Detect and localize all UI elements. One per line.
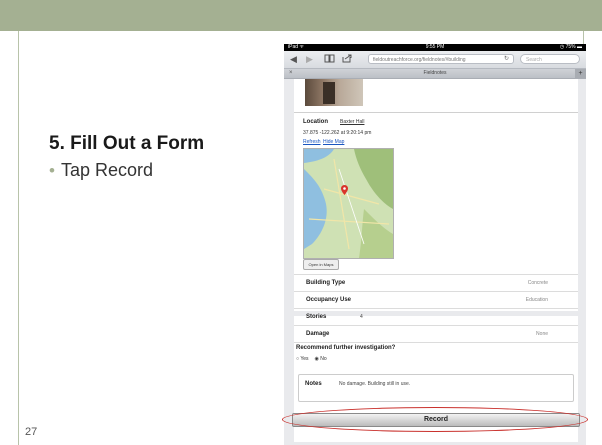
field-building-type[interactable]: Building Type Concrete (294, 274, 578, 291)
field-value: Concrete (527, 280, 548, 286)
radio-no-label: No (320, 356, 327, 362)
radio-yes-label: Yes (300, 356, 309, 362)
location-value[interactable]: Baxter Hall (340, 119, 364, 125)
notes-label: Notes (305, 381, 322, 387)
divider (294, 112, 578, 113)
share-icon[interactable] (342, 54, 353, 65)
hide-map-link[interactable]: Hide Map (323, 139, 344, 145)
ios-status-bar: iPad ᯤ 9:55 PM ◷ 75% ▬ (284, 44, 586, 51)
location-coordinates: 37.875 -122.262 at 9:20:14 pm (303, 130, 372, 136)
divider (294, 342, 578, 344)
page-number: 27 (25, 426, 38, 438)
field-label: Damage (306, 331, 330, 337)
bookmarks-icon[interactable] (324, 54, 335, 65)
back-icon[interactable]: ◀ (290, 54, 297, 64)
field-occupancy-use[interactable]: Occupancy Use Education (294, 291, 578, 308)
radio-yes[interactable]: ○ Yes (296, 356, 309, 362)
tab-strip: × Fieldnotes + (284, 69, 586, 79)
notes-value: No damage. Building still in use. (339, 381, 411, 387)
field-label: Stories (306, 314, 327, 320)
map-pin-icon (341, 182, 348, 200)
bullet-item: • Tap Record (49, 160, 153, 181)
record-button[interactable]: Record (292, 413, 580, 427)
slide-title: 5. Fill Out a Form (49, 133, 205, 154)
radio-unselected-icon: ○ (296, 356, 300, 362)
location-map[interactable] (303, 148, 394, 259)
browser-toolbar: ◀ ▶ fieldoutreachforce.org/fieldnotes/#b… (284, 51, 586, 69)
investigation-question: Recommend further investigation? (296, 345, 396, 351)
slide-header-band (0, 0, 602, 31)
field-value: 4 (360, 314, 363, 320)
field-label: Occupancy Use (306, 297, 352, 303)
radio-no[interactable]: ◉ No (315, 356, 327, 362)
tab-title[interactable]: Fieldnotes (284, 69, 586, 78)
refresh-link[interactable]: Refresh (303, 139, 321, 145)
reload-icon[interactable]: ↻ (504, 54, 509, 64)
field-value: Education (525, 297, 548, 303)
field-value: None (536, 331, 548, 337)
battery-indicator: ◷ 75% ▬ (559, 44, 582, 50)
building-photo[interactable] (305, 79, 363, 106)
status-clock: 9:55 PM (425, 44, 445, 50)
new-tab-icon[interactable]: + (575, 69, 586, 78)
field-label: Building Type (306, 280, 346, 286)
ipad-screenshot: iPad ᯤ 9:55 PM ◷ 75% ▬ ◀ ▶ fieldoutreach… (284, 44, 586, 445)
forward-icon[interactable]: ▶ (306, 54, 313, 64)
field-damage[interactable]: Damage None (294, 325, 578, 342)
slide: 5. Fill Out a Form • Tap Record 27 iPad … (0, 0, 602, 445)
bullet-dot-icon: • (49, 160, 55, 180)
search-field[interactable]: Search (520, 54, 580, 64)
open-in-maps-button[interactable]: Open in Maps (303, 259, 339, 270)
radio-selected-icon: ◉ (314, 356, 319, 362)
field-stories[interactable]: Stories 4 (294, 308, 578, 325)
investigation-radio-group: ○ Yes ◉ No (296, 356, 327, 362)
url-field[interactable]: fieldoutreachforce.org/fieldnotes/#build… (368, 54, 514, 64)
notes-field[interactable]: Notes No damage. Building still in use. (298, 374, 574, 402)
location-label: Location (303, 119, 328, 125)
bullet-text: Tap Record (60, 160, 154, 180)
